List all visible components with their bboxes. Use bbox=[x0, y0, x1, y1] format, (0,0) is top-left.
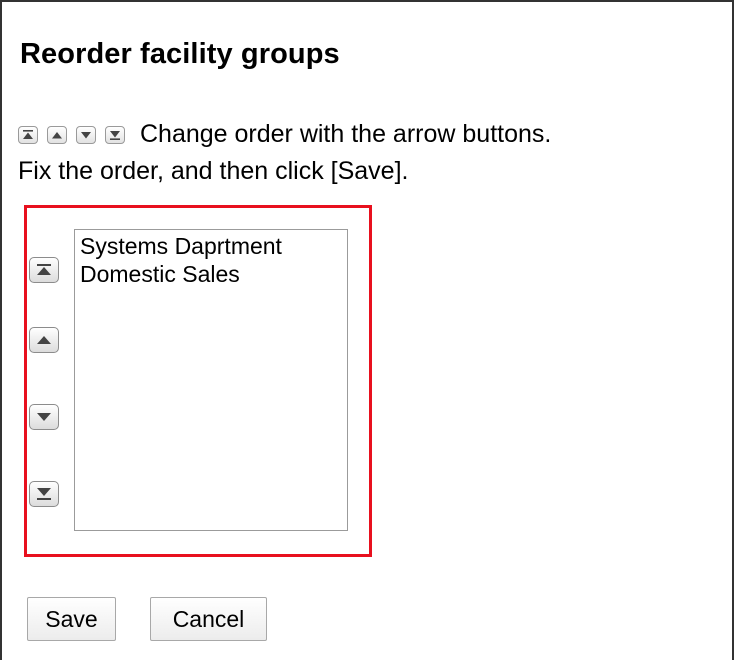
move-down-icon bbox=[76, 125, 96, 144]
page-title: Reorder facility groups bbox=[20, 38, 340, 70]
inline-arrow-icons bbox=[18, 117, 134, 153]
move-up-icon bbox=[47, 125, 67, 144]
instruction-line-1: Change order with the arrow buttons. bbox=[140, 120, 552, 148]
move-down-button[interactable] bbox=[29, 404, 59, 430]
move-up-icon bbox=[37, 336, 51, 344]
save-button[interactable]: Save bbox=[27, 597, 116, 641]
instructions: Change order with the arrow buttons. Fix… bbox=[18, 116, 728, 189]
move-to-top-icon bbox=[18, 125, 38, 144]
move-to-top-icon bbox=[37, 264, 51, 275]
move-to-top-button[interactable] bbox=[29, 257, 59, 283]
move-to-bottom-icon bbox=[105, 125, 125, 144]
move-to-bottom-button[interactable] bbox=[29, 481, 59, 507]
cancel-button[interactable]: Cancel bbox=[150, 597, 267, 641]
instruction-line-2: Fix the order, and then click [Save]. bbox=[18, 157, 409, 186]
list-item[interactable]: Systems Daprtment bbox=[80, 232, 347, 260]
move-to-bottom-icon bbox=[37, 488, 51, 500]
move-down-icon bbox=[37, 413, 51, 421]
list-item[interactable]: Domestic Sales bbox=[80, 260, 347, 288]
move-up-button[interactable] bbox=[29, 327, 59, 353]
facility-group-listbox[interactable]: Systems Daprtment Domestic Sales bbox=[74, 229, 348, 531]
